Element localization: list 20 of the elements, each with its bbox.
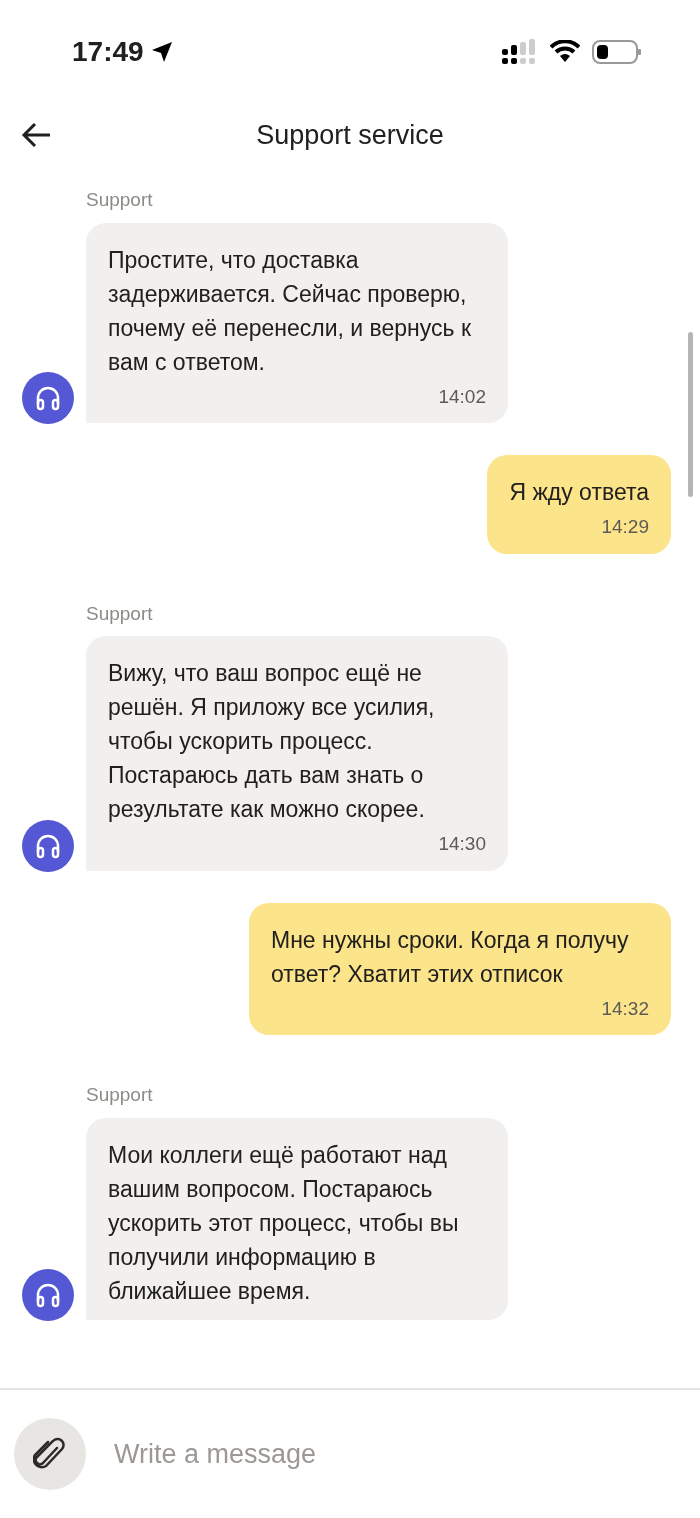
message-text: Простите, что доставка задерживается. Сейчас проверю, почему её перенесли, и вернусь к вам с ответом. — [108, 245, 472, 377]
sender-label: Support — [86, 188, 154, 212]
message-time: 14:30 — [438, 832, 486, 856]
screen-title: Support service — [256, 118, 444, 152]
message-text: Мне нужны сроки. Когда я получу ответ? Хватит этих отписок — [271, 925, 630, 989]
message-time: 14:02 — [438, 384, 486, 409]
message-time: 14:29 — [601, 515, 649, 539]
wifi-icon — [550, 40, 580, 64]
message-time: 14:32 — [601, 996, 649, 1021]
message-text: Вижу, что ваш вопрос ещё не решён. Я приложу все усилия, чтобы ускорить процесс. Постараюсь дать вам знать о результате как можно скорее. — [108, 659, 436, 824]
message-text: Мои коллеги ещё работают над вашим вопросом. Постараюсь ускорить этот процесс, чтобы вы получили информацию в ближайшее время. — [108, 1140, 460, 1306]
headphones-icon — [34, 384, 62, 412]
sender-label: Support — [86, 1083, 154, 1107]
battery-icon — [592, 39, 642, 65]
message-text: Я жду ответа — [509, 478, 649, 507]
back-arrow-icon — [20, 121, 52, 149]
sender-label: Support — [86, 601, 154, 626]
signal-icon — [502, 39, 538, 65]
status-time: 17:49 — [72, 35, 144, 69]
message-input[interactable]: Write a message — [114, 1418, 686, 1490]
